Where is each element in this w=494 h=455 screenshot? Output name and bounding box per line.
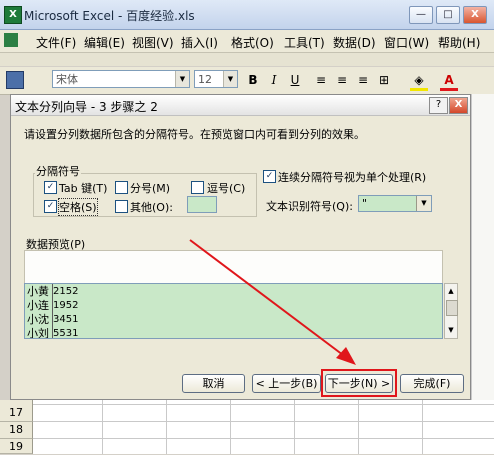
grid-line (102, 400, 103, 454)
worksheet-grid[interactable]: 17 18 19 (0, 400, 494, 454)
row-header-18[interactable]: 18 (0, 422, 33, 439)
arrow-shaft (189, 239, 348, 359)
arrow-head (336, 347, 356, 365)
grid-line (294, 400, 295, 454)
row-header-19[interactable]: 19 (0, 439, 33, 454)
grid-line (166, 400, 167, 454)
row-header-partial (0, 400, 33, 405)
row-header-17[interactable]: 17 (0, 405, 33, 422)
grid-line (358, 400, 359, 454)
grid-line (230, 400, 231, 454)
grid-line (422, 400, 423, 454)
annotation-arrow (189, 239, 356, 365)
